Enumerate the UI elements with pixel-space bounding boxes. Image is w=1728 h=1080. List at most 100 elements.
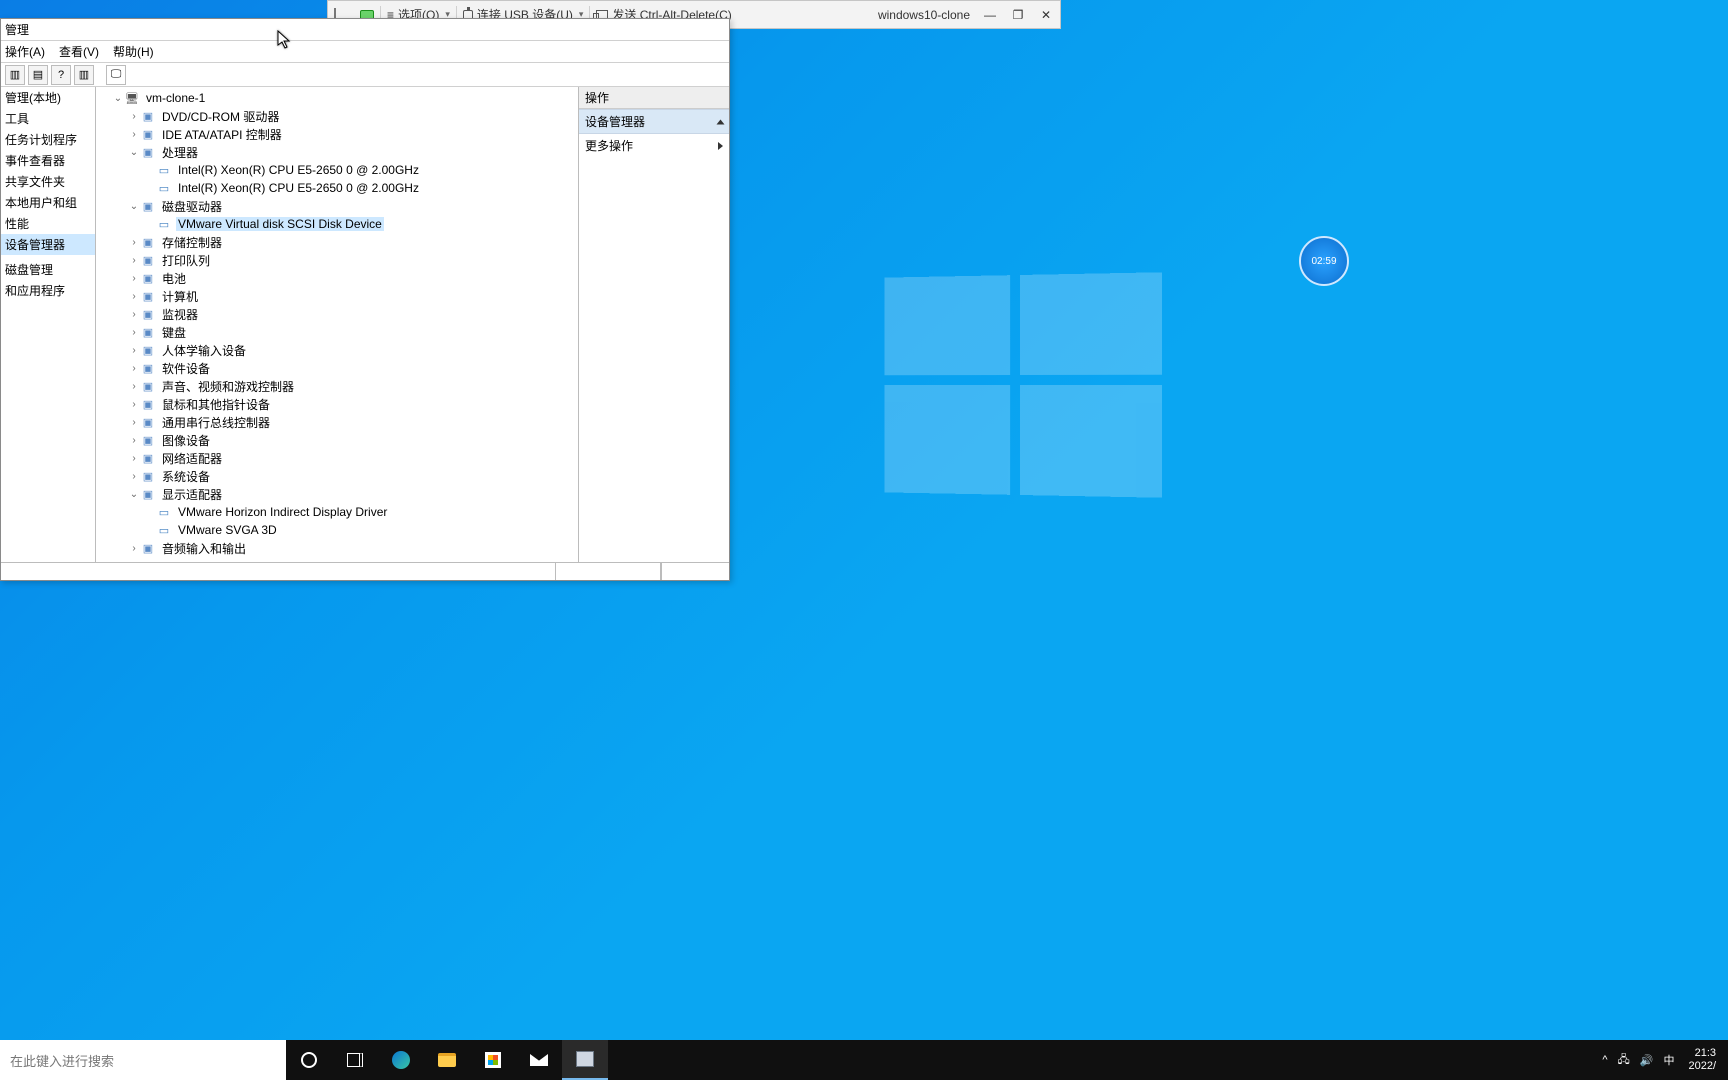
tree-device-label: VMware SVGA 3D bbox=[176, 523, 279, 537]
tree-device-node[interactable]: ▭ Intel(R) Xeon(R) CPU E5-2650 0 @ 2.00GH… bbox=[96, 161, 578, 179]
device-tree-pane[interactable]: ⌄🖥vm-clone-1›▣DVD/CD-ROM 驱动器›▣IDE ATA/AT… bbox=[96, 87, 579, 562]
system-tray[interactable]: ^ 🖧 🔊 中 21:3 2022/ bbox=[1594, 1047, 1728, 1073]
tree-category-node[interactable]: ⌄▣磁盘驱动器 bbox=[96, 197, 578, 215]
tray-chevron-icon[interactable]: ^ bbox=[1602, 1054, 1607, 1066]
left-nav-pane[interactable]: 管理(本地)工具任务计划程序事件查看器共享文件夹本地用户和组性能设备管理器磁盘管… bbox=[1, 87, 96, 562]
tray-volume-icon[interactable]: 🔊 bbox=[1640, 1054, 1654, 1067]
menu-action[interactable]: 操作(A) bbox=[5, 43, 45, 60]
computer-management-window: 管理 操作(A) 查看(V) 帮助(H) ▥ ▤ ? ▥ 🖵 管理(本地)工具任… bbox=[0, 18, 730, 581]
expand-toggle[interactable]: › bbox=[128, 129, 140, 140]
tree-category-node[interactable]: ›▣存储控制器 bbox=[96, 233, 578, 251]
tree-category-label: 音频输入和输出 bbox=[160, 540, 248, 557]
tree-category-node[interactable]: ⌄▣显示适配器 bbox=[96, 485, 578, 503]
tree-category-node[interactable]: ›▣计算机 bbox=[96, 287, 578, 305]
expand-toggle[interactable]: ⌄ bbox=[112, 93, 124, 104]
tree-device-node[interactable]: ▭VMware Horizon Indirect Display Driver bbox=[96, 503, 578, 521]
left-nav-item[interactable]: 管理(本地) bbox=[1, 87, 95, 108]
tray-ime-indicator[interactable]: 中 bbox=[1663, 1052, 1674, 1068]
expand-toggle[interactable]: › bbox=[128, 255, 140, 266]
left-nav-item[interactable]: 性能 bbox=[1, 213, 95, 234]
tree-category-node[interactable]: ›▣系统设备 bbox=[96, 467, 578, 485]
tree-category-node[interactable]: ›▣打印队列 bbox=[96, 251, 578, 269]
taskbar-mgmt-button[interactable] bbox=[562, 1040, 608, 1080]
tree-category-node[interactable]: ›▣图像设备 bbox=[96, 431, 578, 449]
expand-toggle[interactable]: ⌄ bbox=[128, 147, 140, 158]
left-nav-item[interactable]: 磁盘管理 bbox=[1, 259, 95, 280]
tree-category-label: 电池 bbox=[160, 270, 188, 287]
tray-network-icon[interactable]: 🖧 bbox=[1618, 1051, 1630, 1070]
expand-toggle[interactable]: › bbox=[128, 345, 140, 356]
expand-toggle[interactable]: › bbox=[128, 111, 140, 122]
toolbar-button-3[interactable]: ? bbox=[51, 65, 71, 85]
expand-toggle[interactable]: › bbox=[128, 399, 140, 410]
tree-category-node[interactable]: ›▣音频输入和输出 bbox=[96, 539, 578, 557]
expand-toggle[interactable]: › bbox=[128, 417, 140, 428]
taskbar-mail-button[interactable] bbox=[516, 1040, 562, 1080]
expand-toggle[interactable]: › bbox=[128, 453, 140, 464]
tree-device-node[interactable]: ▭VMware SVGA 3D bbox=[96, 521, 578, 539]
tree-category-node[interactable]: ›▣键盘 bbox=[96, 323, 578, 341]
tree-category-node[interactable]: ›▣电池 bbox=[96, 269, 578, 287]
vmware-restore-button[interactable]: ❐ bbox=[1004, 1, 1032, 28]
tree-category-node[interactable]: ›▣IDE ATA/ATAPI 控制器 bbox=[96, 125, 578, 143]
left-nav-item[interactable]: 本地用户和组 bbox=[1, 192, 95, 213]
left-nav-item[interactable]: 工具 bbox=[1, 108, 95, 129]
tree-category-label: 通用串行总线控制器 bbox=[160, 414, 272, 431]
tree-category-node[interactable]: ⌄▣处理器 bbox=[96, 143, 578, 161]
tree-category-node[interactable]: ›▣网络适配器 bbox=[96, 449, 578, 467]
expand-toggle[interactable]: › bbox=[128, 435, 140, 446]
vmware-close-button[interactable]: ✕ bbox=[1032, 1, 1060, 28]
desktop-windows-logo bbox=[885, 272, 1162, 497]
expand-toggle[interactable]: › bbox=[128, 291, 140, 302]
expand-toggle[interactable]: › bbox=[128, 237, 140, 248]
expand-toggle[interactable]: › bbox=[128, 327, 140, 338]
device-icon: ▭ bbox=[156, 163, 172, 177]
left-nav-item[interactable]: 任务计划程序 bbox=[1, 129, 95, 150]
actions-pane-context[interactable]: 设备管理器 bbox=[579, 109, 729, 134]
toolbar-button-4[interactable]: ▥ bbox=[74, 65, 94, 85]
left-nav-item[interactable]: 设备管理器 bbox=[1, 234, 95, 255]
tree-category-label: 存储控制器 bbox=[160, 234, 224, 251]
expand-toggle[interactable]: › bbox=[128, 363, 140, 374]
left-nav-item[interactable]: 和应用程序 bbox=[1, 280, 95, 301]
taskbar-cortana-button[interactable] bbox=[286, 1040, 332, 1080]
vmware-minimize-button[interactable]: — bbox=[976, 1, 1004, 28]
taskbar-store-button[interactable] bbox=[470, 1040, 516, 1080]
menu-view[interactable]: 查看(V) bbox=[59, 43, 99, 60]
expand-toggle[interactable]: › bbox=[128, 471, 140, 482]
tree-category-node[interactable]: ›▣DVD/CD-ROM 驱动器 bbox=[96, 107, 578, 125]
toolbar-button-1[interactable]: ▥ bbox=[5, 65, 25, 85]
tree-root-node[interactable]: ⌄🖥vm-clone-1 bbox=[96, 89, 578, 107]
menu-help[interactable]: 帮助(H) bbox=[113, 43, 154, 60]
taskbar-explorer-button[interactable] bbox=[424, 1040, 470, 1080]
expand-toggle[interactable]: › bbox=[128, 273, 140, 284]
actions-pane-more[interactable]: 更多操作 bbox=[579, 134, 729, 157]
tree-category-node[interactable]: ›▣监视器 bbox=[96, 305, 578, 323]
tree-category-node[interactable]: ›▣软件设备 bbox=[96, 359, 578, 377]
toolbar-button-monitor[interactable]: 🖵 bbox=[106, 65, 126, 85]
taskbar-edge-button[interactable] bbox=[378, 1040, 424, 1080]
edge-icon bbox=[392, 1051, 410, 1069]
toolbar-button-2[interactable]: ▤ bbox=[28, 65, 48, 85]
tree-device-node[interactable]: ▭Intel(R) Xeon(R) CPU E5-2650 0 @ 2.00GH… bbox=[96, 179, 578, 197]
tree-category-node[interactable]: ›▣鼠标和其他指针设备 bbox=[96, 395, 578, 413]
tray-clock[interactable]: 21:3 2022/ bbox=[1684, 1047, 1720, 1073]
expand-toggle[interactable]: › bbox=[128, 543, 140, 554]
expand-toggle[interactable]: › bbox=[128, 309, 140, 320]
left-nav-item[interactable]: 事件查看器 bbox=[1, 150, 95, 171]
expand-toggle[interactable]: ⌄ bbox=[128, 201, 140, 212]
device-category-icon: ▣ bbox=[140, 109, 156, 123]
taskbar-taskview-button[interactable] bbox=[332, 1040, 378, 1080]
tree-root-label: vm-clone-1 bbox=[144, 91, 207, 105]
clock-widget[interactable]: 02:59 bbox=[1299, 236, 1349, 286]
tree-device-node[interactable]: ▭VMware Virtual disk SCSI Disk Device bbox=[96, 215, 578, 233]
tree-device-label: Intel(R) Xeon(R) CPU E5-2650 0 @ 2.00GHz bbox=[176, 163, 421, 177]
window-title-bar[interactable]: 管理 bbox=[1, 19, 729, 41]
tree-category-node[interactable]: ›▣通用串行总线控制器 bbox=[96, 413, 578, 431]
expand-toggle[interactable]: ⌄ bbox=[128, 489, 140, 500]
left-nav-item[interactable]: 共享文件夹 bbox=[1, 171, 95, 192]
tree-category-node[interactable]: ›▣声音、视频和游戏控制器 bbox=[96, 377, 578, 395]
taskbar-search[interactable]: 在此键入进行搜索 bbox=[0, 1040, 286, 1080]
tree-category-node[interactable]: ›▣人体学输入设备 bbox=[96, 341, 578, 359]
expand-toggle[interactable]: › bbox=[128, 381, 140, 392]
